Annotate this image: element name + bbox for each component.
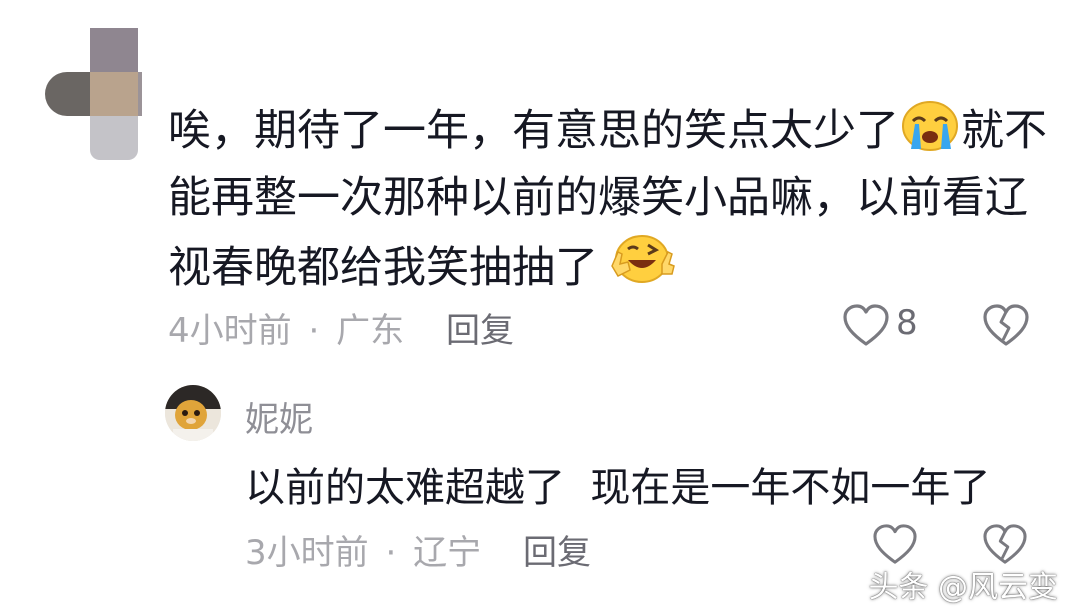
heart-icon — [843, 304, 889, 346]
reply-like-button[interactable] — [872, 524, 918, 566]
meta-separator: · — [385, 533, 397, 573]
broken-heart-icon — [983, 304, 1029, 346]
broken-heart-icon — [983, 524, 1027, 564]
heart-icon — [873, 524, 917, 564]
reply-location: 辽宁 — [413, 533, 482, 573]
laughing-wink-icon — [606, 232, 675, 286]
watermark: 头条 @风云变 — [868, 570, 1058, 605]
dislike-button[interactable] — [982, 304, 1030, 348]
reply-dislike-button[interactable] — [982, 524, 1028, 566]
reply-meta: 3小时前 · 辽宁 — [245, 525, 481, 574]
comment-location: 广东 — [336, 311, 405, 351]
reply-avatar[interactable] — [165, 385, 221, 441]
reply-button-label: 回复 — [446, 311, 514, 351]
reply-reply-label: 回复 — [523, 533, 591, 573]
reply-time: 3小时前 — [245, 533, 369, 573]
meta-separator: · — [308, 311, 320, 351]
comment-text: 唉，期待了一年，有意思的笑点太少了 就不能再整一次那种以前的爆笑小品嘛，以前看辽… — [168, 98, 1048, 302]
reply-reply-button[interactable]: 回复 — [523, 525, 591, 574]
crying-face-icon — [899, 99, 961, 153]
comment-time: 4小时前 — [168, 311, 292, 351]
like-button[interactable] — [842, 304, 890, 348]
comment-text-part1: 唉，期待了一年，有意思的笑点太少了 — [168, 106, 899, 156]
comment-meta: 4小时前 · 广东 — [168, 303, 404, 352]
reply-username[interactable]: 妮妮 — [245, 392, 313, 441]
reply-text: 以前的太难超越了 现在是一年不如一年了 — [245, 465, 991, 511]
avatar[interactable] — [45, 28, 145, 160]
like-count: 8 — [896, 303, 918, 343]
reply-button[interactable]: 回复 — [446, 303, 514, 352]
